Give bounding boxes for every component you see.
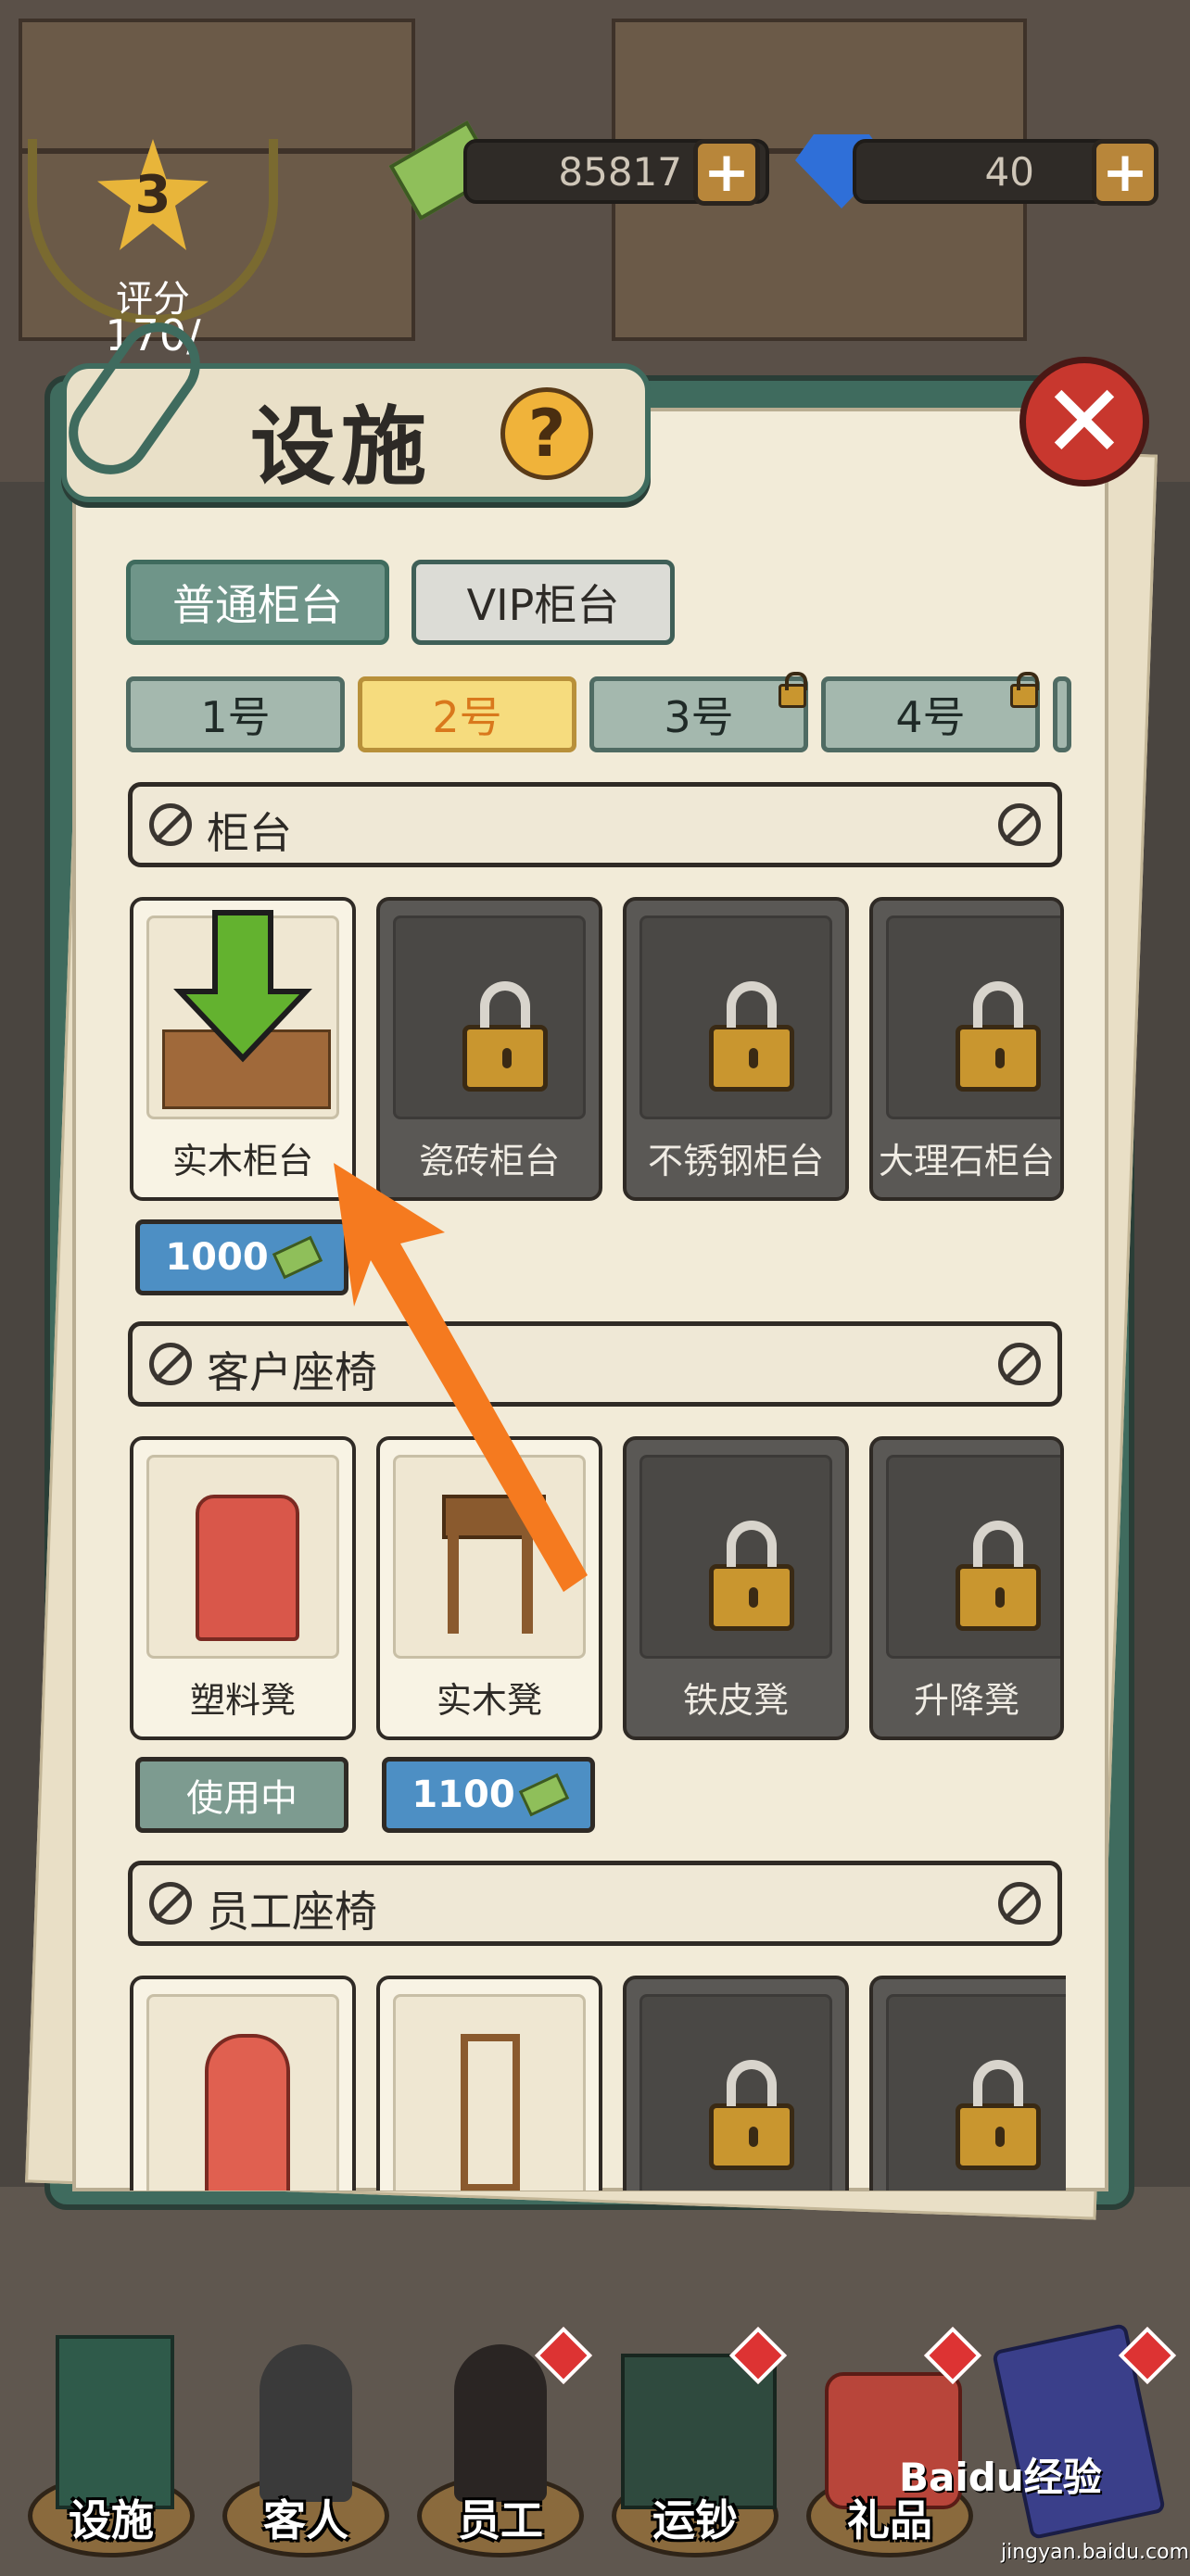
marble-counter-image <box>886 915 1060 1119</box>
staff-chairs-clip <box>130 1976 1066 2191</box>
tab-counter-more[interactable] <box>1053 676 1071 752</box>
item-card-steel-counter[interactable]: 不锈钢柜台 <box>623 897 849 1201</box>
item-name: 实木凳 <box>436 1680 542 1721</box>
lock-icon <box>1010 672 1039 708</box>
section-header-customer-chairs: 客户座椅 <box>128 1321 1062 1407</box>
add-gems-button[interactable]: + <box>1092 139 1158 206</box>
gem-value: 40 <box>984 148 1034 195</box>
item-card-marble-counter[interactable]: 大理石柜台 <box>869 897 1064 1201</box>
money-icon <box>518 1773 569 1817</box>
item-card-wood-chair[interactable] <box>376 1976 602 2191</box>
item-card-lift-stool[interactable]: 升降凳 <box>869 1436 1064 1740</box>
ban-icon <box>998 1343 1041 1385</box>
ban-icon <box>149 1343 192 1385</box>
watermark-brand: Baidu经验 <box>899 2455 1102 2500</box>
steel-counter-image <box>639 915 832 1119</box>
padlock-icon <box>709 2060 794 2170</box>
iron-chair-image <box>639 1994 832 2191</box>
wood-counter-image <box>146 915 339 1119</box>
section-header-counter: 柜台 <box>128 782 1062 867</box>
add-money-button[interactable]: + <box>693 139 760 206</box>
tile-counter-image <box>393 915 586 1119</box>
nav-customers[interactable]: 客人 <box>213 2335 399 2567</box>
section-title: 柜台 <box>207 808 292 858</box>
lock-icon <box>779 672 807 708</box>
nav-cash-transport[interactable]: 运钞 <box>602 2326 788 2567</box>
tab-counter-3[interactable]: 3号 <box>589 676 808 752</box>
item-name: 升降凳 <box>913 1680 1019 1721</box>
padlock-icon <box>956 1521 1041 1631</box>
panel-title: 设施 <box>250 398 433 497</box>
ban-icon <box>998 803 1041 846</box>
item-card-iron-chair[interactable] <box>623 1976 849 2191</box>
ban-icon <box>998 1882 1041 1925</box>
padlock-icon <box>462 981 548 1092</box>
section-title: 客户座椅 <box>207 1347 377 1397</box>
watermark-url: jingyan.baidu.com <box>1001 2541 1190 2564</box>
in-use-label: 使用中 <box>135 1757 348 1833</box>
price-value: 1100 <box>411 1774 515 1816</box>
wood-chair-image <box>393 1994 586 2191</box>
item-name: 不锈钢柜台 <box>647 1141 824 1181</box>
lift-stool-image <box>886 1455 1060 1659</box>
price-value: 1000 <box>165 1236 269 1279</box>
customer-icon <box>260 2344 352 2502</box>
office-chair-image <box>886 1994 1066 2191</box>
atm-icon <box>56 2335 174 2509</box>
nav-facilities[interactable]: 设施 <box>19 2335 204 2567</box>
tab-counter-4[interactable]: 4号 <box>821 676 1040 752</box>
tab-counter-1[interactable]: 1号 <box>126 676 345 752</box>
item-name: 实木柜台 <box>171 1141 313 1181</box>
close-button[interactable]: ✕ <box>1019 357 1149 486</box>
money-icon <box>272 1235 323 1280</box>
item-card-plastic-stool[interactable]: 塑料凳 <box>130 1436 356 1740</box>
tab-vip-counter[interactable]: VIP柜台 <box>411 560 675 645</box>
nav-label: 员工 <box>458 2495 543 2545</box>
tab-counter-2[interactable]: 2号 <box>358 676 576 752</box>
padlock-icon <box>956 981 1041 1092</box>
help-button[interactable]: ? <box>500 387 593 480</box>
section-header-staff-chairs: 员工座椅 <box>128 1861 1062 1946</box>
item-card-iron-stool[interactable]: 铁皮凳 <box>623 1436 849 1740</box>
item-name: 铁皮凳 <box>682 1680 789 1721</box>
tab-normal-counter[interactable]: 普通柜台 <box>126 560 389 645</box>
nav-label: 运钞 <box>652 2495 738 2545</box>
plastic-stool-image <box>146 1455 339 1659</box>
ban-icon <box>149 1882 192 1925</box>
rating-value: 3 <box>134 165 171 225</box>
money-value: 85817 <box>558 148 682 195</box>
price-button[interactable]: 1000 <box>135 1219 348 1295</box>
item-card-office-chair[interactable] <box>869 1976 1066 2191</box>
padlock-icon <box>709 981 794 1092</box>
item-name: 大理石柜台 <box>878 1141 1055 1181</box>
item-name: 塑料凳 <box>189 1680 296 1721</box>
section-title: 员工座椅 <box>207 1887 377 1937</box>
item-card-wood-counter[interactable]: 实木柜台 <box>130 897 356 1201</box>
item-card-plastic-chair[interactable] <box>130 1976 356 2191</box>
item-card-wood-stool[interactable]: 实木凳 <box>376 1436 602 1740</box>
padlock-icon <box>709 1521 794 1631</box>
item-card-tile-counter[interactable]: 瓷砖柜台 <box>376 897 602 1201</box>
nav-staff[interactable]: 员工 <box>408 2326 593 2567</box>
wood-stool-image <box>393 1455 586 1659</box>
staff-icon <box>454 2344 547 2502</box>
padlock-icon <box>956 2060 1041 2170</box>
ban-icon <box>149 803 192 846</box>
nav-label: 设施 <box>69 2495 154 2545</box>
nav-label: 客人 <box>263 2495 348 2545</box>
item-name: 瓷砖柜台 <box>418 1141 560 1181</box>
iron-stool-image <box>639 1455 832 1659</box>
gem-display: 40 <box>853 139 1121 204</box>
price-button[interactable]: 1100 <box>382 1757 595 1833</box>
plastic-chair-image <box>146 1994 339 2191</box>
